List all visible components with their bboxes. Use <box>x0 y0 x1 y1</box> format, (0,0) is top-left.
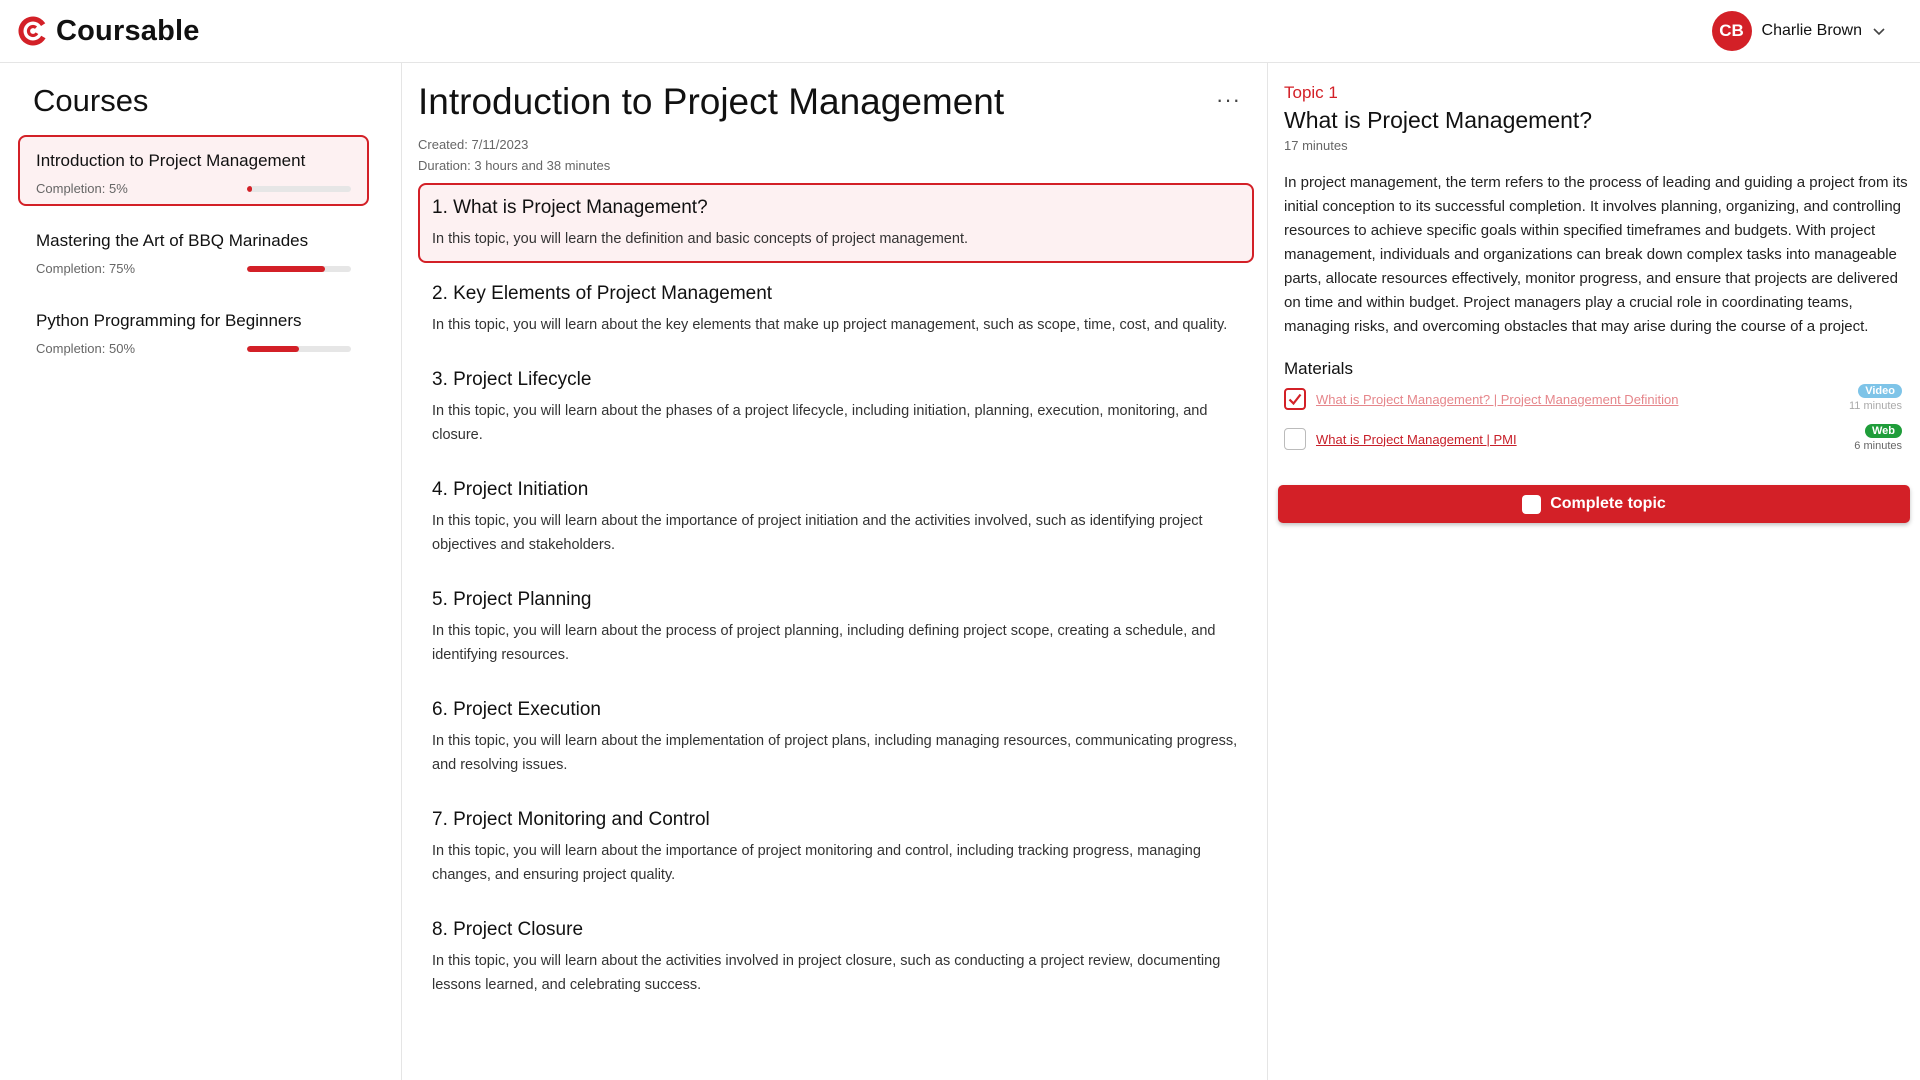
topic-item-title: 5. Project Planning <box>432 589 592 610</box>
completion-bar <box>246 185 351 192</box>
sidebar-title: Courses <box>33 83 149 118</box>
material-checkbox[interactable] <box>1284 388 1306 410</box>
topic-item-title: 1. What is Project Management? <box>432 197 708 218</box>
completion-bar-fill <box>246 265 325 272</box>
material-link[interactable]: What is Project Management? | Project Ma… <box>1316 392 1679 407</box>
topic-item[interactable]: 1. What is Project Management? In this to… <box>418 183 1254 263</box>
course-item[interactable]: Mastering the Art of BBQ Marinades Comple… <box>18 215 369 286</box>
topic-item[interactable]: 6. Project Execution In this topic, you w… <box>418 685 1254 789</box>
topic-item-title: 4. Project Initiation <box>432 479 589 500</box>
app-header: Coursable CB Charlie Brown <box>0 0 1920 63</box>
material-type-badge: Video <box>1858 384 1902 398</box>
user-menu[interactable]: CB Charlie Brown <box>1711 11 1886 51</box>
user-name[interactable]: Charlie Brown <box>1762 22 1862 40</box>
app-name: Coursable <box>56 14 200 47</box>
chevron-down-icon[interactable] <box>1872 24 1886 38</box>
topic-item-desc: In this topic, you will learn about the … <box>432 403 1208 443</box>
created-date: Created: 7/11/2023 <box>418 137 529 152</box>
material-duration: 6 minutes <box>1854 440 1902 452</box>
course-title: Introduction to Project Management <box>418 81 1005 122</box>
course-item-title: Introduction to Project Management <box>36 151 306 170</box>
material-link[interactable]: What is Project Management | PMI <box>1316 432 1517 447</box>
course-item[interactable]: Python Programming for Beginners Completi… <box>18 295 369 366</box>
course-duration: Duration: 3 hours and 38 minutes <box>418 158 611 173</box>
courses-sidebar: Courses Introduction to Project Manageme… <box>0 63 402 1080</box>
topic-item-title: 3. Project Lifecycle <box>432 369 592 390</box>
topic-item[interactable]: 4. Project Initiation In this topic, you … <box>418 465 1254 569</box>
completion-bar-fill <box>246 345 299 352</box>
topic-body: In project management, the term refers t… <box>1284 174 1908 335</box>
topic-item[interactable]: 3. Project Lifecycle In this topic, you w… <box>418 355 1254 459</box>
avatar[interactable]: CB <box>1711 11 1752 51</box>
material-checkbox[interactable] <box>1284 428 1306 450</box>
checkmark-icon <box>1288 393 1302 406</box>
course-content: Introduction to Project Management ··· C… <box>402 63 1268 1080</box>
topic-item-desc: In this topic, you will learn about the … <box>432 953 1221 993</box>
more-options-icon[interactable]: ··· <box>1216 87 1241 113</box>
course-item-title: Mastering the Art of BBQ Marinades <box>36 231 309 250</box>
topic-item-desc: In this topic, you will learn about the … <box>432 623 1216 663</box>
material-item: What is Project Management | PMI Web 6 min… <box>1284 419 1906 459</box>
course-completion-label: Completion: 50% <box>36 341 135 356</box>
material-type-badge: Web <box>1864 424 1902 438</box>
course-completion-label: Completion: 5% <box>36 181 128 196</box>
completion-bar <box>246 265 351 272</box>
topic-item[interactable]: 7. Project Monitoring and Control In this… <box>418 795 1254 899</box>
course-item-title: Python Programming for Beginners <box>36 311 302 330</box>
topic-number: Topic 1 <box>1284 83 1338 102</box>
complete-topic-label: Complete topic <box>1550 495 1666 512</box>
topic-duration: 17 minutes <box>1284 138 1348 153</box>
course-completion-label: Completion: 75% <box>36 261 135 276</box>
topic-detail-panel: Topic 1 What is Project Management? 17 m… <box>1268 63 1920 1080</box>
material-item: What is Project Management? | Project Ma… <box>1284 379 1906 419</box>
materials-list: What is Project Management? | Project Ma… <box>1284 379 1906 459</box>
topic-item[interactable]: 5. Project Planning In this topic, you wi… <box>418 575 1254 679</box>
topic-item-desc: In this topic, you will learn about the … <box>432 733 1238 773</box>
topic-item-desc: In this topic, you will learn about the … <box>432 513 1203 553</box>
completion-bar-fill <box>246 185 252 192</box>
topic-item-title: 7. Project Monitoring and Control <box>432 809 710 830</box>
topic-item-desc: In this topic, you will learn about the … <box>432 843 1201 883</box>
course-item[interactable]: Introduction to Project Management Comple… <box>18 135 369 206</box>
course-list: Introduction to Project Management Comple… <box>18 135 383 366</box>
topic-item[interactable]: 8. Project Closure In this topic, you wil… <box>418 905 1254 1009</box>
topic-item[interactable]: 2. Key Elements of Project Management In … <box>418 269 1254 349</box>
topic-item-title: 8. Project Closure <box>432 919 584 940</box>
topic-item-desc: In this topic, you will learn about the … <box>432 317 1228 333</box>
complete-topic-button[interactable]: Complete topic <box>1278 485 1910 523</box>
topic-list: 1. What is Project Management? In this to… <box>418 183 1254 1009</box>
materials-heading: Materials <box>1284 359 1353 378</box>
topic-item-title: 2. Key Elements of Project Management <box>432 283 773 304</box>
topic-item-title: 6. Project Execution <box>432 699 601 720</box>
topic-item-desc: In this topic, you will learn the defini… <box>432 231 968 247</box>
app-logo[interactable]: Coursable <box>18 15 200 48</box>
checkbox-icon <box>1522 494 1542 514</box>
coursable-logo-icon <box>18 16 48 46</box>
completion-bar <box>246 345 351 352</box>
material-duration: 11 minutes <box>1849 400 1902 412</box>
topic-title: What is Project Management? <box>1284 107 1593 133</box>
